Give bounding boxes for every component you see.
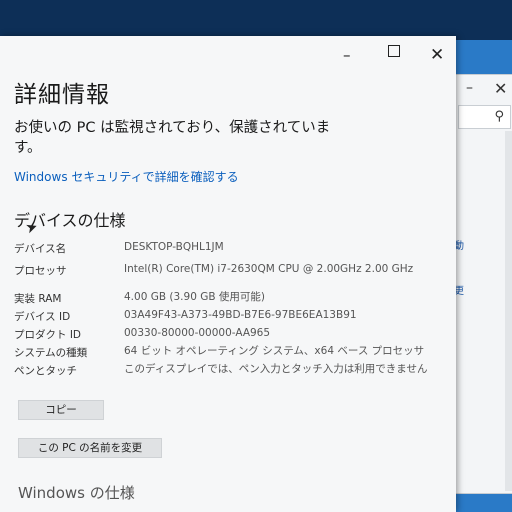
search-icon[interactable]: ⚲ bbox=[494, 109, 504, 124]
protection-status: お使いの PC は監視されており、保護されています。 bbox=[14, 120, 331, 156]
spec-label: デバイス名 bbox=[14, 243, 67, 255]
background-search-box[interactable]: ⚲ bbox=[458, 105, 511, 129]
spec-value: 03A49F43-A373-49BD-B7E6-97BE6EA13B91 bbox=[124, 309, 357, 321]
copy-button[interactable]: コピー bbox=[18, 400, 104, 420]
spec-label: デバイス ID bbox=[14, 311, 71, 323]
background-minimize-button[interactable]: – bbox=[466, 80, 473, 96]
background-scrollbar[interactable] bbox=[505, 131, 512, 491]
background-window[interactable]: – ✕ ⚲ 動 更 bbox=[454, 74, 512, 494]
desktop-background bbox=[0, 0, 512, 40]
spec-label: 実装 RAM bbox=[14, 293, 62, 305]
spec-label: ペンとタッチ bbox=[14, 365, 77, 377]
page-title: 詳細情報 bbox=[14, 82, 110, 108]
spec-value: 4.00 GB (3.90 GB 使用可能) bbox=[124, 291, 265, 303]
rename-pc-button[interactable]: この PC の名前を変更 bbox=[18, 438, 162, 458]
spec-label: システムの種類 bbox=[14, 347, 88, 359]
maximize-button[interactable] bbox=[388, 45, 400, 57]
spec-value: Intel(R) Core(TM) i7-2630QM CPU @ 2.00GH… bbox=[124, 263, 414, 275]
spec-value: DESKTOP-BQHL1JM bbox=[124, 241, 224, 253]
background-close-button[interactable]: ✕ bbox=[494, 79, 507, 98]
spec-value: このディスプレイでは、ペン入力とタッチ入力は利用できません bbox=[124, 363, 428, 375]
spec-value: 00330-80000-00000-AA965 bbox=[124, 327, 271, 339]
spec-label: プロセッサ bbox=[14, 265, 67, 277]
spec-value: 64 ビット オペレーティング システム、x64 ベース プロセッサ bbox=[124, 345, 425, 357]
about-window: – ✕ 詳細情報 お使いの PC は監視されており、保護されています。 Wind… bbox=[0, 36, 456, 512]
windows-specs-heading: Windows の仕様 bbox=[18, 484, 135, 502]
spec-label: プロダクト ID bbox=[14, 329, 82, 341]
security-details-link[interactable]: Windows セキュリティで詳細を確認する bbox=[14, 168, 239, 185]
close-button[interactable]: ✕ bbox=[430, 45, 444, 65]
minimize-button[interactable]: – bbox=[343, 46, 351, 64]
